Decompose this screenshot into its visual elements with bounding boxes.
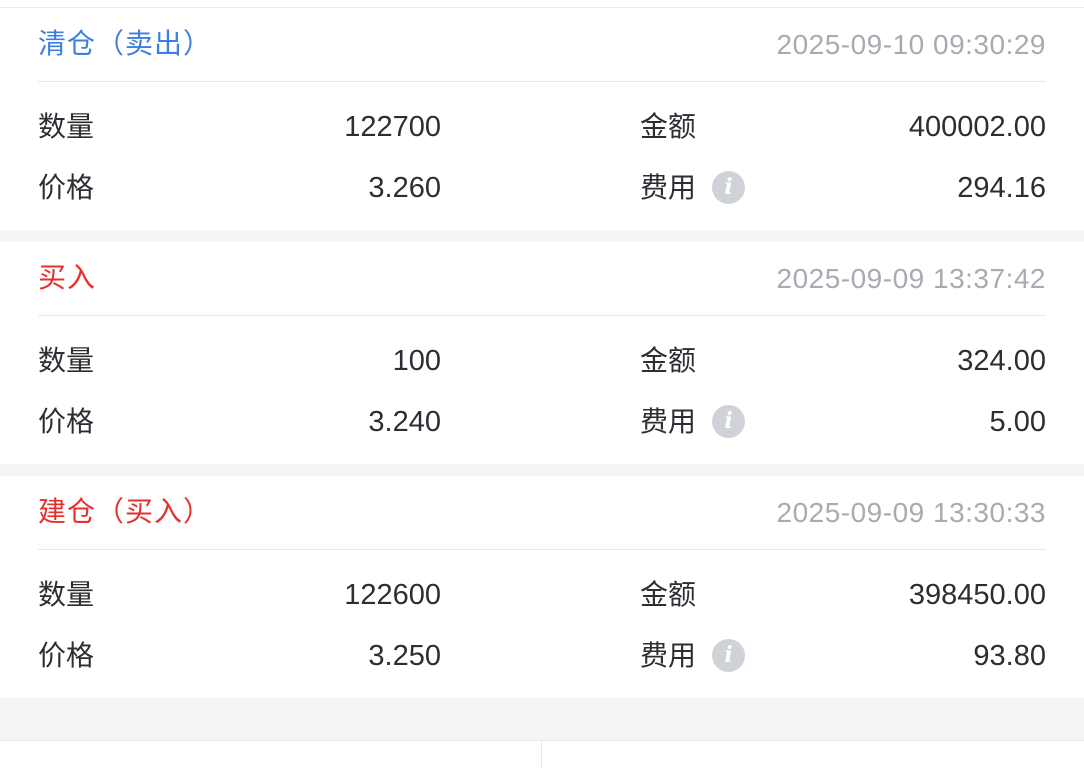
trade-type-label: 清仓（卖出） bbox=[38, 27, 213, 60]
trade-record-header: 买入 2025-09-09 13:37:42 bbox=[38, 242, 1046, 316]
trade-type-label: 建仓（买入） bbox=[38, 495, 213, 528]
fee-value: 5.00 bbox=[989, 406, 1046, 438]
amount-value: 400002.00 bbox=[908, 111, 1046, 143]
fee-label: 费用 bbox=[640, 639, 697, 672]
amount-value: 324.00 bbox=[957, 345, 1046, 377]
trade-type-label: 买入 bbox=[38, 261, 97, 294]
amount-label: 金额 bbox=[640, 110, 697, 143]
quantity-label: 数量 bbox=[38, 578, 95, 611]
info-icon[interactable]: i bbox=[712, 639, 745, 672]
quantity-label: 数量 bbox=[38, 344, 95, 377]
bottom-action-bar bbox=[0, 740, 1084, 768]
amount-value: 398450.00 bbox=[908, 579, 1046, 611]
amount-label: 金额 bbox=[640, 344, 697, 377]
amount-label: 金额 bbox=[640, 578, 697, 611]
trade-record-card[interactable]: 建仓（买入） 2025-09-09 13:30:33 数量 122600 金额 … bbox=[0, 476, 1084, 698]
bottom-bar-divider bbox=[541, 741, 542, 768]
fee-label: 费用 bbox=[640, 405, 697, 438]
price-value: 3.240 bbox=[368, 406, 441, 438]
trade-record-header: 建仓（买入） 2025-09-09 13:30:33 bbox=[38, 476, 1046, 550]
info-icon[interactable]: i bbox=[712, 171, 745, 204]
quantity-amount-row: 数量 122700 金额 400002.00 bbox=[38, 107, 1046, 147]
quantity-value: 122700 bbox=[344, 111, 441, 143]
trade-record-card[interactable]: 买入 2025-09-09 13:37:42 数量 100 金额 324.00 … bbox=[0, 242, 1084, 464]
trade-records-page: 清仓（卖出） 2025-09-10 09:30:29 数量 122700 金额 … bbox=[0, 0, 1084, 768]
trade-time: 2025-09-09 13:37:42 bbox=[776, 263, 1046, 294]
trade-record-card[interactable]: 清仓（卖出） 2025-09-10 09:30:29 数量 122700 金额 … bbox=[0, 8, 1084, 230]
price-fee-row: 价格 3.240 费用 i 5.00 bbox=[38, 402, 1046, 442]
info-icon[interactable]: i bbox=[712, 405, 745, 438]
price-fee-row: 价格 3.250 费用 i 93.80 bbox=[38, 636, 1046, 676]
trade-time: 2025-09-10 09:30:29 bbox=[776, 29, 1046, 60]
price-value: 3.260 bbox=[368, 172, 441, 204]
quantity-label: 数量 bbox=[38, 110, 95, 143]
quantity-amount-row: 数量 100 金额 324.00 bbox=[38, 341, 1046, 381]
price-label: 价格 bbox=[38, 639, 95, 672]
trade-time: 2025-09-09 13:30:33 bbox=[776, 497, 1046, 528]
quantity-value: 100 bbox=[392, 345, 441, 377]
quantity-amount-row: 数量 122600 金额 398450.00 bbox=[38, 575, 1046, 615]
fee-value: 93.80 bbox=[973, 640, 1046, 672]
price-fee-row: 价格 3.260 费用 i 294.16 bbox=[38, 168, 1046, 208]
price-value: 3.250 bbox=[368, 640, 441, 672]
fee-label: 费用 bbox=[640, 171, 697, 204]
quantity-value: 122600 bbox=[344, 579, 441, 611]
fee-value: 294.16 bbox=[957, 172, 1046, 204]
price-label: 价格 bbox=[38, 171, 95, 204]
trade-record-header: 清仓（卖出） 2025-09-10 09:30:29 bbox=[38, 8, 1046, 82]
previous-card-edge bbox=[0, 0, 1084, 8]
price-label: 价格 bbox=[38, 405, 95, 438]
